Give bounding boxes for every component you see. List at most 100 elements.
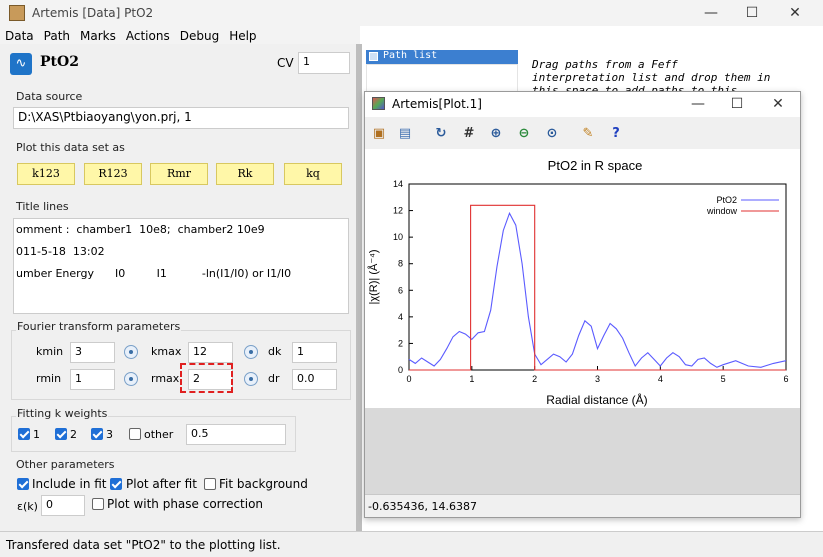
y-tick-label: 4: [398, 312, 403, 322]
plot-window-title: Artemis[Plot.1]: [392, 97, 482, 111]
plot-window-icon: [372, 97, 385, 110]
title-bar: Artemis [Data] PtO2 — ☐ ✕: [0, 0, 823, 26]
menu-data[interactable]: Data: [0, 26, 39, 46]
path-list-column: [366, 64, 518, 94]
rmin-pick-icon[interactable]: [124, 372, 138, 386]
minimize-icon[interactable]: —: [696, 0, 726, 26]
dataset-name: PtO2: [40, 54, 79, 70]
k2-label: 2: [70, 428, 77, 441]
menu-bar: Data Path Marks Actions Debug Help: [0, 26, 360, 46]
rmax-pick-icon[interactable]: [244, 372, 258, 386]
other-checkbox[interactable]: [129, 428, 141, 440]
series-line-window: [409, 204, 786, 371]
menu-path[interactable]: Path: [39, 26, 75, 46]
status-bar: Transfered data set "PtO2" to the plotti…: [0, 531, 823, 557]
k3-label: 3: [106, 428, 113, 441]
kmax-pick-icon[interactable]: [244, 345, 258, 359]
title-lines-textarea[interactable]: omment : chamber1 10e8; chamber2 10e9 01…: [13, 218, 349, 314]
kmax-input[interactable]: 12: [188, 342, 233, 363]
other-params-label: Other parameters: [16, 458, 115, 471]
status-message: Transfered data set "PtO2" to the plotti…: [6, 538, 281, 552]
y-tick-label: 0: [398, 365, 403, 375]
zoom-out-icon[interactable]: ⊖: [514, 124, 534, 144]
phase-correction-label: Plot with phase correction: [107, 497, 264, 511]
k2-checkbox[interactable]: [55, 428, 67, 440]
chart-x-axis-label: Radial distance (Å): [546, 392, 647, 407]
plot-kq-button[interactable]: kq: [284, 163, 342, 185]
title-line: omment : chamber1 10e8; chamber2 10e9: [16, 223, 265, 236]
dr-input[interactable]: 0.0: [292, 369, 337, 390]
plot-gray-area: [365, 408, 800, 492]
chart-title: PtO2 in R space: [548, 158, 643, 173]
menu-debug[interactable]: Debug: [175, 26, 224, 46]
plot-minimize-icon[interactable]: —: [683, 91, 713, 117]
menu-marks[interactable]: Marks: [75, 26, 121, 46]
include-in-fit-checkbox[interactable]: [17, 478, 29, 490]
data-source-label: Data source: [16, 90, 83, 103]
k3-checkbox[interactable]: [91, 428, 103, 440]
dk-input[interactable]: 1: [292, 342, 337, 363]
close-icon[interactable]: ✕: [780, 0, 810, 26]
wrench-icon[interactable]: ✎: [578, 124, 598, 144]
rmin-input[interactable]: 1: [70, 369, 115, 390]
y-tick-label: 12: [393, 206, 403, 216]
menu-actions[interactable]: Actions: [121, 26, 175, 46]
plot-canvas[interactable]: PtO2 in R space Radial distance (Å) |χ(R…: [365, 149, 800, 408]
plot-as-label: Plot this data set as: [16, 141, 125, 154]
zoom-in-icon[interactable]: ⊕: [486, 124, 506, 144]
x-tick-label: 6: [783, 374, 788, 384]
k1-checkbox[interactable]: [18, 428, 30, 440]
path-list-header[interactable]: Path list: [366, 50, 518, 64]
r-space-chart: PtO2 in R space Radial distance (Å) |χ(R…: [367, 158, 789, 407]
include-in-fit-label: Include in fit: [32, 477, 107, 491]
kmin-input[interactable]: 3: [70, 342, 115, 363]
plot-maximize-icon[interactable]: ☐: [722, 91, 752, 117]
other-label: other: [144, 428, 174, 441]
data-source-field[interactable]: D:\XAS\Ptbiaoyang\yon.prj, 1: [13, 107, 349, 129]
y-tick-label: 2: [398, 338, 403, 348]
maximize-icon[interactable]: ☐: [737, 0, 767, 26]
x-tick-label: 2: [532, 374, 537, 384]
zoom-reset-icon[interactable]: ⊙: [542, 124, 562, 144]
kmin-pick-icon[interactable]: [124, 345, 138, 359]
y-tick-label: 10: [393, 232, 403, 242]
kmax-label: kmax: [151, 345, 182, 358]
grid-icon[interactable]: #: [459, 124, 479, 144]
help-icon[interactable]: ?: [606, 124, 626, 144]
legend-label-window: window: [706, 206, 738, 216]
plot-after-fit-checkbox[interactable]: [110, 478, 122, 490]
menu-help[interactable]: Help: [224, 26, 261, 46]
epsilon-label: ε(k): [17, 500, 38, 513]
fit-background-label: Fit background: [219, 477, 308, 491]
window-title: Artemis [Data] PtO2: [32, 6, 154, 20]
cv-input[interactable]: 1: [298, 52, 350, 74]
chart-y-axis-label: |χ(R)| (Å⁻⁴): [367, 249, 380, 304]
dr-label: dr: [268, 372, 280, 385]
dk-label: dk: [268, 345, 282, 358]
plot-window-titlebar: Artemis[Plot.1] — ☐ ✕: [365, 92, 800, 117]
phase-correction-checkbox[interactable]: [92, 498, 104, 510]
epsilon-input[interactable]: 0: [41, 495, 85, 516]
y-tick-label: 8: [398, 259, 403, 269]
plot-close-icon[interactable]: ✕: [763, 91, 793, 117]
other-weight-input[interactable]: 0.5: [186, 424, 286, 445]
plot-k123-button[interactable]: k123: [17, 163, 75, 185]
k1-label: 1: [33, 428, 40, 441]
fit-background-checkbox[interactable]: [204, 478, 216, 490]
rmin-label: rmin: [36, 372, 62, 385]
refresh-icon[interactable]: ↻: [431, 124, 451, 144]
kmin-label: kmin: [36, 345, 64, 358]
rmax-label: rmax: [151, 372, 180, 385]
clipboard-icon[interactable]: ▣: [369, 124, 389, 144]
plot-rk-button[interactable]: Rk: [216, 163, 274, 185]
fitting-k-label: Fitting k weights: [16, 407, 109, 420]
app-icon: [9, 5, 25, 21]
cv-label: CV: [277, 56, 294, 70]
plot-rmr-button[interactable]: Rmr: [150, 163, 208, 185]
x-tick-label: 5: [721, 374, 726, 384]
save-image-icon[interactable]: ▤: [395, 124, 415, 144]
path-list-title: Path list: [383, 50, 438, 61]
x-tick-label: 1: [469, 374, 474, 384]
plot-r123-button[interactable]: R123: [84, 163, 142, 185]
fourier-label: Fourier transform parameters: [16, 320, 182, 333]
